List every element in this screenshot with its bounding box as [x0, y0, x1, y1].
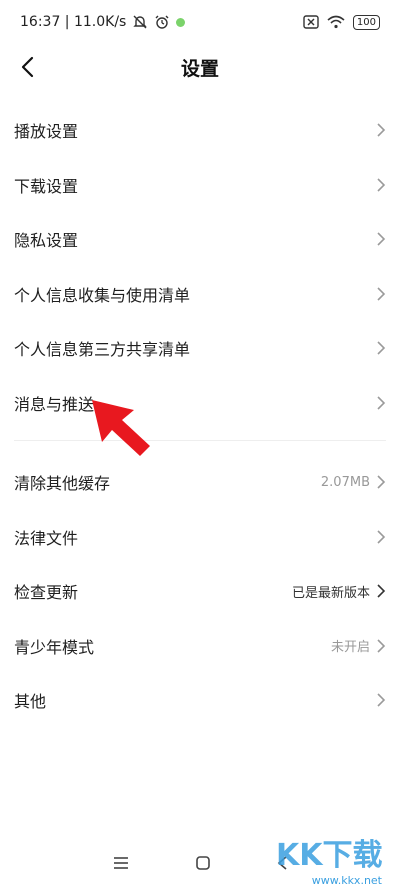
settings-list: 播放设置 下载设置 隐私设置 个人信息收集与使用清单 个人信息第三方共享清单 消… — [0, 103, 400, 728]
alarm-icon — [155, 15, 169, 29]
row-label: 法律文件 — [14, 528, 79, 548]
status-time-speed: 16:37 | 11.0K/s — [20, 14, 127, 30]
setting-youth-mode[interactable]: 青少年模式 未开启 — [0, 619, 400, 674]
chevron-right-icon — [377, 693, 386, 707]
row-label: 消息与推送 — [14, 394, 95, 414]
chevron-right-icon — [377, 232, 386, 246]
chevron-right-icon — [377, 639, 386, 653]
chevron-right-icon — [377, 341, 386, 355]
row-label: 播放设置 — [14, 122, 79, 142]
setting-download[interactable]: 下载设置 — [0, 158, 400, 213]
setting-legal-documents[interactable]: 法律文件 — [0, 510, 400, 565]
row-label: 下载设置 — [14, 176, 79, 196]
row-label: 个人信息收集与使用清单 — [14, 285, 191, 305]
app-indicator-icon — [176, 17, 186, 27]
setting-privacy[interactable]: 隐私设置 — [0, 212, 400, 267]
row-label: 其他 — [14, 692, 47, 712]
menu-icon[interactable] — [112, 856, 130, 870]
setting-other[interactable]: 其他 — [0, 673, 400, 728]
chevron-right-icon — [377, 475, 386, 489]
back-nav-icon[interactable] — [276, 855, 288, 871]
status-left: 16:37 | 11.0K/s — [20, 14, 186, 30]
annotation-arrow-icon — [92, 400, 150, 456]
wifi-icon — [327, 15, 345, 29]
update-status: 已是最新版本 — [291, 585, 370, 601]
setting-personal-info-collection[interactable]: 个人信息收集与使用清单 — [0, 267, 400, 322]
status-bar: 16:37 | 11.0K/s 100 — [0, 0, 400, 44]
status-right: 100 — [303, 14, 380, 30]
chevron-right-icon — [377, 396, 386, 410]
row-label: 青少年模式 — [14, 637, 95, 657]
setting-clear-cache[interactable]: 清除其他缓存 2.07MB — [0, 455, 400, 510]
row-label: 个人信息第三方共享清单 — [14, 340, 191, 360]
chevron-right-icon — [377, 123, 386, 137]
chevron-right-icon — [377, 584, 386, 598]
battery-icon: 100 — [352, 14, 380, 30]
row-label: 清除其他缓存 — [14, 474, 111, 494]
setting-playback[interactable]: 播放设置 — [0, 103, 400, 158]
chevron-right-icon — [377, 287, 386, 301]
setting-check-update[interactable]: 检查更新 已是最新版本 — [0, 564, 400, 619]
page-title: 设置 — [180, 58, 219, 80]
system-nav-bar — [0, 837, 400, 889]
youth-mode-status: 未开启 — [330, 640, 370, 656]
setting-third-party-sharing[interactable]: 个人信息第三方共享清单 — [0, 321, 400, 376]
header: 设置 — [0, 44, 400, 90]
row-label: 检查更新 — [14, 583, 79, 603]
mute-bell-icon — [133, 15, 148, 29]
cache-size: 2.07MB — [320, 474, 370, 490]
row-label: 隐私设置 — [14, 231, 79, 251]
section-divider — [14, 440, 386, 441]
chevron-right-icon — [377, 178, 386, 192]
setting-messages-push[interactable]: 消息与推送 — [0, 376, 400, 431]
home-icon[interactable] — [195, 855, 211, 871]
sim-x-icon — [303, 15, 319, 29]
chevron-right-icon — [377, 530, 386, 544]
